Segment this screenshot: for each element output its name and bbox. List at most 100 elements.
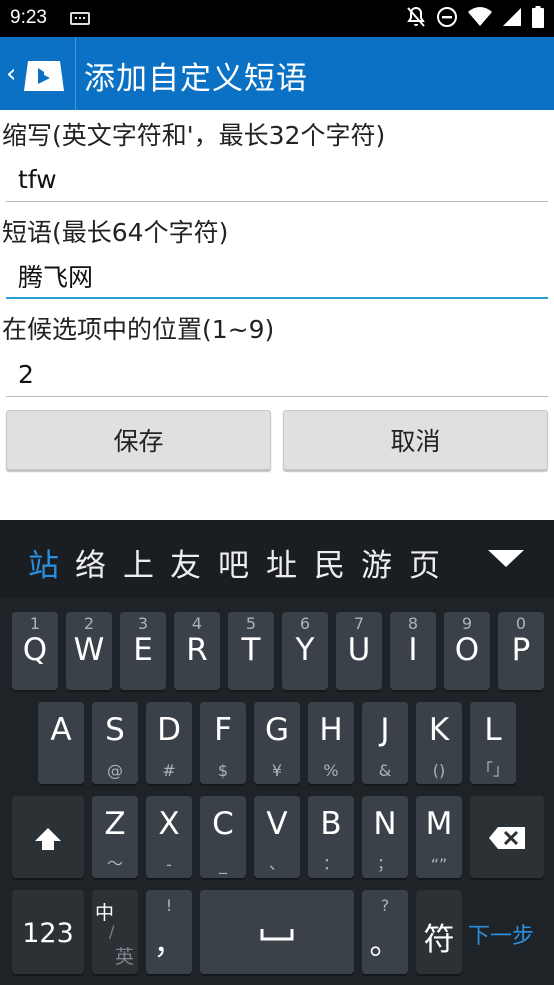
key-letter: D xyxy=(157,712,181,748)
key-q[interactable]: 1 Q xyxy=(12,612,58,690)
keyboard-icon xyxy=(70,12,90,25)
key-letter: Q xyxy=(22,632,48,668)
app-bar: ‹ 添加自定义短语 xyxy=(0,37,554,110)
key-letter: K xyxy=(428,712,450,748)
comma-hint: ! xyxy=(165,896,173,915)
key-symbol-hint: # xyxy=(162,761,176,780)
candidate-item[interactable]: 上 xyxy=(123,540,154,585)
key-letter: R xyxy=(186,632,208,668)
key-u[interactable]: 7 U xyxy=(336,612,382,690)
space-key[interactable] xyxy=(200,890,354,974)
collapse-candidates-icon[interactable] xyxy=(488,550,524,567)
lang-english-label: 英 xyxy=(115,946,135,968)
status-icons xyxy=(406,6,544,28)
candidate-item[interactable]: 吧 xyxy=(218,540,249,585)
candidate-item[interactable]: 游 xyxy=(361,540,392,585)
backspace-icon xyxy=(489,827,525,849)
period-key[interactable]: ? 。 xyxy=(362,890,408,974)
key-x[interactable]: X - xyxy=(146,796,192,878)
key-letter: M xyxy=(425,806,453,842)
key-w[interactable]: 2 W xyxy=(66,612,112,690)
key-i[interactable]: 8 I xyxy=(390,612,436,690)
cancel-button[interactable]: 取消 xyxy=(283,410,548,470)
key-m[interactable]: M “” xyxy=(416,796,462,878)
page-title: 添加自定义短语 xyxy=(84,61,308,97)
key-letter: I xyxy=(408,632,418,668)
back-chevron-icon[interactable]: ‹ xyxy=(6,59,16,89)
key-symbol-hint: ～ xyxy=(106,854,123,873)
key-n[interactable]: N ； xyxy=(362,796,408,878)
key-symbol-hint: ； xyxy=(376,854,393,873)
status-time: 9:23 xyxy=(10,7,47,28)
key-z[interactable]: Z ～ xyxy=(92,796,138,878)
key-letter: J xyxy=(380,712,390,748)
key-number-hint: 0 xyxy=(515,614,527,633)
key-symbol-hint: ¥ xyxy=(271,761,283,780)
do-not-disturb-icon xyxy=(437,7,457,27)
key-letter: U xyxy=(347,632,371,668)
comma-key[interactable]: ! ， xyxy=(146,890,192,974)
key-number-hint: 5 xyxy=(245,614,257,633)
key-letter: L xyxy=(484,712,502,748)
key-symbol-hint: 「」 xyxy=(476,760,509,779)
key-letter: N xyxy=(373,806,397,842)
candidate-item[interactable]: 友 xyxy=(170,540,201,585)
shift-key[interactable] xyxy=(12,796,84,878)
key-number-hint: 6 xyxy=(299,614,311,633)
comma-label: ， xyxy=(153,926,185,962)
key-letter: E xyxy=(133,632,153,668)
phrase-input[interactable] xyxy=(6,255,548,299)
key-s[interactable]: S @ xyxy=(92,702,138,784)
key-number-hint: 7 xyxy=(353,614,365,633)
candidate-bar: 站 络 上 友 吧 址 民 游 页 xyxy=(0,520,554,598)
key-t[interactable]: 5 T xyxy=(228,612,274,690)
key-y[interactable]: 6 Y xyxy=(282,612,328,690)
candidate-item[interactable]: 络 xyxy=(75,540,106,585)
app-bar-divider xyxy=(75,37,76,110)
key-number-hint: 3 xyxy=(137,614,149,633)
candidate-item[interactable]: 页 xyxy=(409,540,440,585)
key-b[interactable]: B ： xyxy=(308,796,354,878)
key-a[interactable]: A xyxy=(38,702,84,784)
position-input[interactable] xyxy=(6,353,548,397)
key-l[interactable]: L 「」 xyxy=(470,702,516,784)
key-symbol-hint: $ xyxy=(217,761,229,780)
abbr-input[interactable] xyxy=(6,158,548,202)
soft-keyboard: 站 络 上 友 吧 址 民 游 页 1 Q 2 W 3 E 4 R 5 T 6 … xyxy=(0,520,554,985)
candidate-item[interactable]: 址 xyxy=(266,540,297,585)
phrase-label: 短语(最长64个字符) xyxy=(2,218,229,247)
symbols-key[interactable]: 符 xyxy=(416,890,462,974)
key-letter: C xyxy=(212,806,234,842)
key-c[interactable]: C _ xyxy=(200,796,246,878)
next-key-label: 下一步 xyxy=(468,924,535,949)
key-v[interactable]: V 、 xyxy=(254,796,300,878)
next-key[interactable]: 下一步 xyxy=(466,890,550,974)
key-g[interactable]: G ¥ xyxy=(254,702,300,784)
app-logo-icon[interactable] xyxy=(22,51,66,95)
candidate-item[interactable]: 站 xyxy=(28,540,59,585)
numbers-key-label: 123 xyxy=(22,918,74,949)
key-f[interactable]: F $ xyxy=(200,702,246,784)
screen: 9:23 ‹ 添加自定义短语 缩写(英文字符和'，最长32个字符) tfw 短语… xyxy=(0,0,554,985)
key-letter: Z xyxy=(104,806,126,842)
candidate-item[interactable]: 民 xyxy=(314,540,345,585)
key-e[interactable]: 3 E xyxy=(120,612,166,690)
key-h[interactable]: H % xyxy=(308,702,354,784)
lang-divider: / xyxy=(109,922,115,941)
notifications-off-icon xyxy=(407,6,425,27)
key-p[interactable]: 0 P xyxy=(498,612,544,690)
save-button[interactable]: 保存 xyxy=(6,410,271,470)
language-toggle-key[interactable]: 中 / 英 xyxy=(92,890,138,974)
key-d[interactable]: D # xyxy=(146,702,192,784)
key-symbol-hint: _ xyxy=(219,855,227,874)
lang-chinese-label: 中 xyxy=(95,902,115,924)
key-r[interactable]: 4 R xyxy=(174,612,220,690)
key-o[interactable]: 9 O xyxy=(444,612,490,690)
abbr-label: 缩写(英文字符和'，最长32个字符) xyxy=(2,121,386,150)
key-letter: G xyxy=(264,712,290,748)
symbols-key-label: 符 xyxy=(423,922,455,958)
key-k[interactable]: K () xyxy=(416,702,462,784)
numbers-key[interactable]: 123 xyxy=(12,890,84,974)
key-j[interactable]: J & xyxy=(362,702,408,784)
backspace-key[interactable] xyxy=(470,796,544,878)
